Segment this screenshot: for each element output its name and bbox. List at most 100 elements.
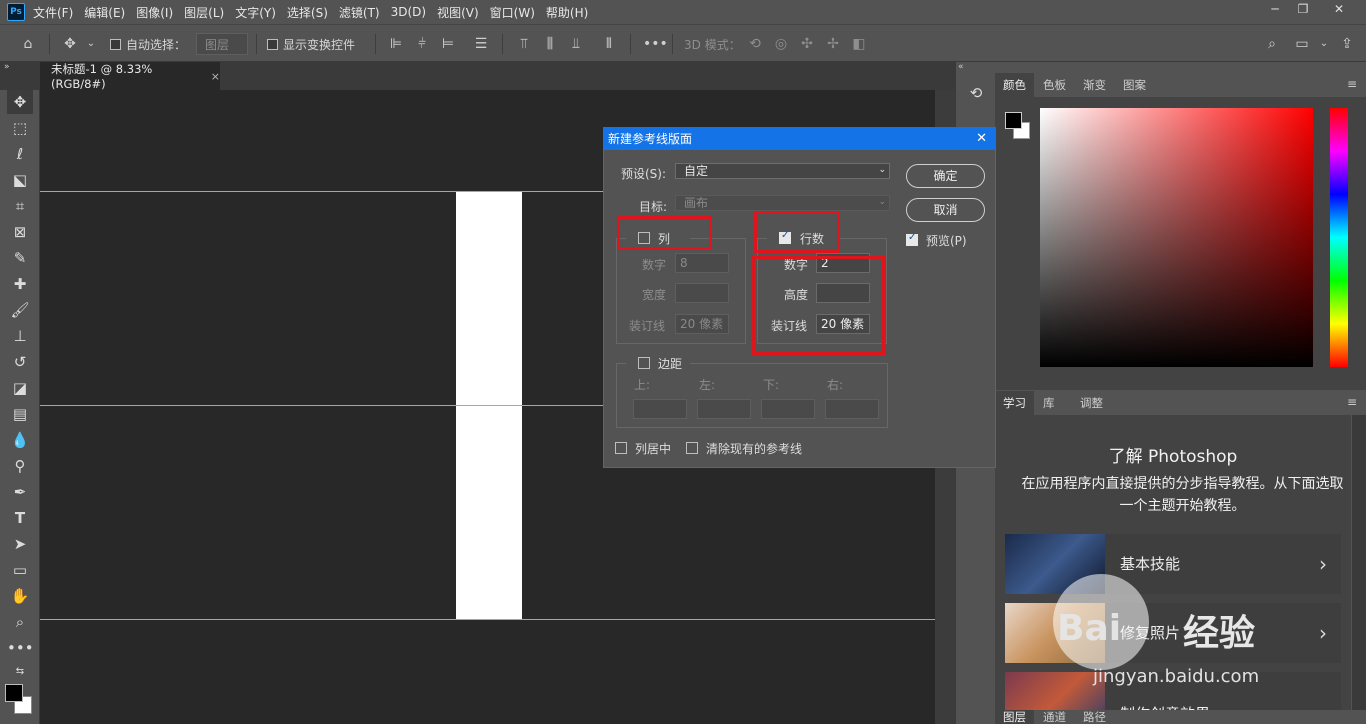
rectangle-tool-icon[interactable]: ▭ [7,558,33,582]
align-right-icon[interactable]: ⊨ [438,34,458,54]
menu-filter[interactable]: 滤镜(T) [339,4,380,21]
menu-select[interactable]: 选择(S) [287,4,328,21]
path-select-tool-icon[interactable]: ➤ [7,532,33,556]
move-tool-icon[interactable]: ✥ [60,34,80,54]
tab-gradients[interactable]: 渐变 [1075,73,1114,97]
tab-learn[interactable]: 学习 [995,391,1034,415]
roll-3d-icon[interactable]: ◎ [771,34,791,54]
chevron-down-icon[interactable]: ⌄ [1314,34,1334,54]
margin-left-input[interactable] [697,399,751,419]
panel-menu-icon[interactable]: ≡ [1347,77,1357,91]
center-columns-checkbox[interactable] [615,442,627,454]
align-left-icon[interactable]: ⊫ [386,34,406,54]
dialog-close-icon[interactable]: ✕ [976,128,987,150]
cancel-button[interactable]: 取消 [906,198,985,222]
healing-brush-tool-icon[interactable]: ✚ [7,272,33,296]
slide-3d-icon[interactable]: ✢ [823,34,843,54]
move-tool-icon[interactable]: ✥ [7,90,33,114]
marquee-tool-icon[interactable]: ⬚ [7,116,33,140]
object-select-tool-icon[interactable]: ⬕ [7,168,33,192]
align-middle-icon[interactable]: ⫼ [540,34,560,54]
distribute-icon[interactable]: ☰ [471,34,491,54]
pen-tool-icon[interactable]: ✒ [7,480,33,504]
color-field[interactable] [1040,108,1313,367]
menu-image[interactable]: 图像(I) [136,4,173,21]
history-panel-icon[interactable]: ⟲ [965,84,987,106]
dodge-tool-icon[interactable]: ⚲ [7,454,33,478]
close-tab-icon[interactable]: × [211,70,220,83]
chevron-down-icon[interactable]: ⌄ [81,34,101,54]
eraser-tool-icon[interactable]: ◪ [7,376,33,400]
margin-checkbox[interactable] [638,357,650,369]
show-transform-checkbox[interactable]: 显示变换控件 [267,25,355,63]
hue-slider[interactable] [1330,108,1348,367]
search-icon[interactable]: ⌕ [1262,34,1282,54]
close-window-icon[interactable]: ✕ [1328,2,1350,20]
foreground-color-swatch[interactable] [5,684,23,702]
foreground-color-swatch[interactable] [1005,112,1022,129]
ok-button[interactable]: 确定 [906,164,985,188]
tab-libraries[interactable]: 库 [1035,391,1063,415]
share-icon[interactable]: ⇪ [1337,34,1357,54]
align-top-icon[interactable]: ⫪ [514,34,534,54]
tab-patterns[interactable]: 图案 [1115,73,1154,97]
camera-3d-icon[interactable]: ◧ [849,34,869,54]
tab-channels[interactable]: 通道 [1035,710,1074,724]
col-number-input[interactable]: 8 [675,253,729,273]
menu-file[interactable]: 文件(F) [33,4,73,21]
more-tools-icon[interactable]: ••• [7,636,34,660]
menu-view[interactable]: 视图(V) [437,4,479,21]
document-tab[interactable]: 未标题-1 @ 8.33%(RGB/8#) × [40,62,220,91]
clear-guides-checkbox[interactable] [686,442,698,454]
learn-card-fix-photo[interactable]: 修复照片 › [1005,603,1341,663]
zoom-tool-icon[interactable]: ⌕ [7,610,33,634]
pan-3d-icon[interactable]: ✣ [797,34,817,54]
preview-checkbox[interactable] [906,232,918,246]
home-icon[interactable]: ⌂ [18,34,38,54]
preset-dropdown[interactable]: 自定 ⌄ [675,163,890,179]
panel-menu-icon[interactable]: ≡ [1347,395,1357,409]
menu-edit[interactable]: 编辑(E) [84,4,125,21]
menu-window[interactable]: 窗口(W) [490,4,535,21]
menu-help[interactable]: 帮助(H) [546,4,588,21]
frame-tool-icon[interactable]: ⊠ [7,220,33,244]
target-dropdown[interactable]: 画布 ⌄ [675,195,890,211]
align-center-icon[interactable]: ⫩ [412,34,432,54]
restore-icon[interactable]: ❐ [1292,2,1314,20]
collapse-icon[interactable]: « [958,62,964,72]
eyedropper-tool-icon[interactable]: ✎ [7,246,33,270]
auto-select-checkbox[interactable]: 自动选择： [110,25,186,63]
minimize-icon[interactable]: ─ [1264,2,1286,20]
margin-bottom-input[interactable] [761,399,815,419]
workspace-icon[interactable]: ▭ [1292,34,1312,54]
panel-scrollbar[interactable] [1352,415,1366,724]
crop-tool-icon[interactable]: ⌗ [7,194,33,218]
margin-right-input[interactable] [825,399,879,419]
tab-paths[interactable]: 路径 [1075,710,1114,724]
learn-card-creative-effects[interactable]: 制作创意效果 › [1005,672,1341,712]
hand-tool-icon[interactable]: ✋ [7,584,33,608]
distribute-vertical-icon[interactable]: ⫴ [599,34,619,54]
document-canvas[interactable] [456,192,522,620]
collapse-icon[interactable]: » [4,62,10,72]
tab-color[interactable]: 颜色 [995,73,1034,97]
lasso-tool-icon[interactable]: ℓ [7,142,33,166]
col-width-input[interactable] [675,283,729,303]
learn-card-basic-skills[interactable]: 基本技能 › [1005,534,1341,594]
orbit-3d-icon[interactable]: ⟲ [745,34,765,54]
tab-swatches[interactable]: 色板 [1035,73,1074,97]
type-tool-icon[interactable]: T [7,506,33,530]
gradient-tool-icon[interactable]: ▤ [7,402,33,426]
menu-layer[interactable]: 图层(L) [184,4,224,21]
brush-tool-icon[interactable]: 🖌 [7,298,33,322]
align-bottom-icon[interactable]: ⫫ [566,34,586,54]
layer-select-dropdown[interactable]: 图层 [196,33,248,55]
clone-stamp-tool-icon[interactable]: ⊥ [7,324,33,348]
blur-tool-icon[interactable]: 💧 [7,428,33,452]
tab-adjustments[interactable]: 调整 [1072,391,1111,415]
tab-layers[interactable]: 图层 [995,710,1034,724]
margin-top-input[interactable] [633,399,687,419]
col-gutter-input[interactable]: 20 像素 [675,314,729,334]
menu-type[interactable]: 文字(Y) [235,4,276,21]
menu-3d[interactable]: 3D(D) [391,5,426,19]
